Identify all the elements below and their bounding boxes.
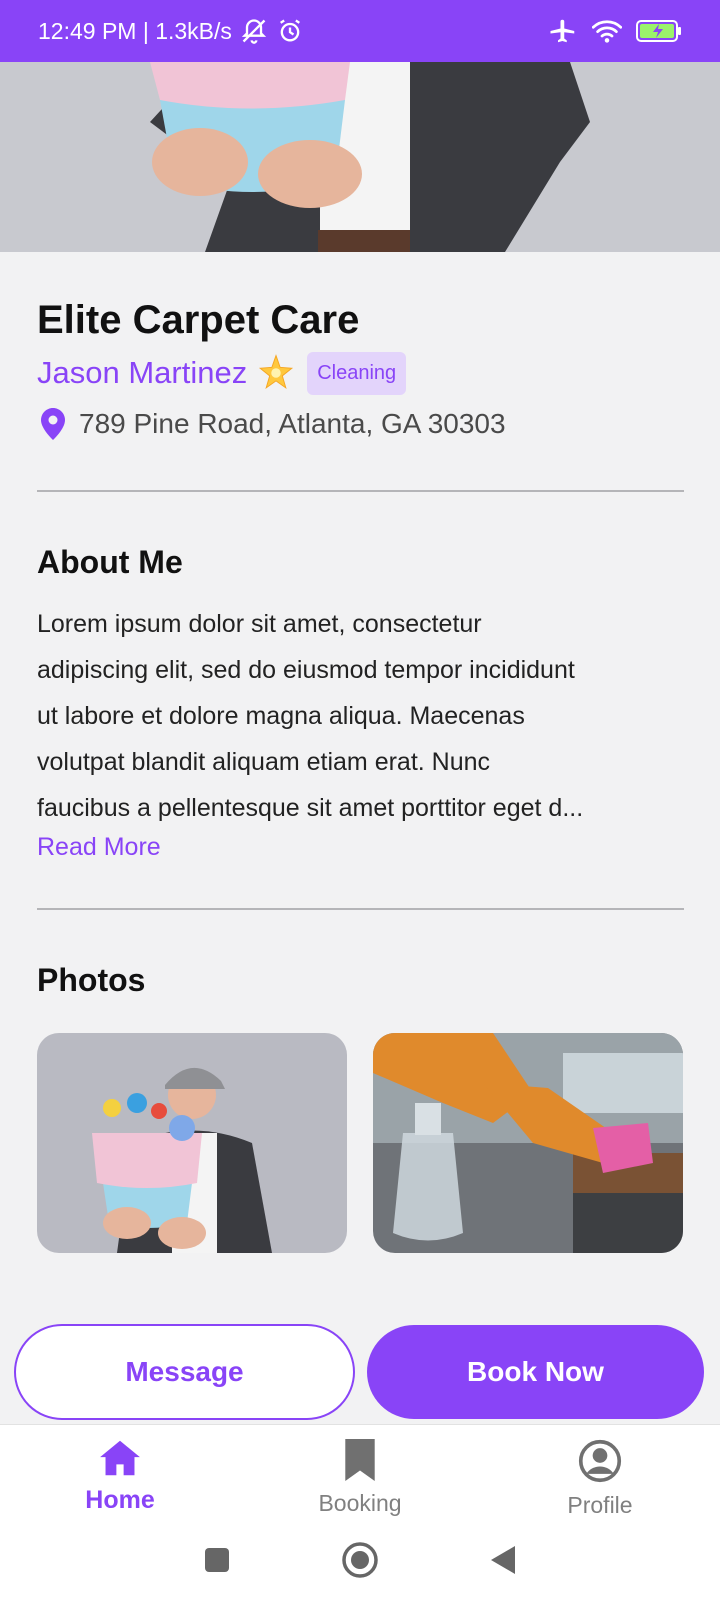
nav-item-profile[interactable]: Profile xyxy=(480,1425,720,1524)
airplane-icon xyxy=(548,16,578,46)
alarm-icon xyxy=(276,17,304,45)
hero-photo xyxy=(0,62,720,252)
wifi-icon xyxy=(592,18,622,44)
about-text: Lorem ipsum dolor sit amet, consectetur … xyxy=(37,601,684,831)
status-time: 12:49 PM | 1.3kB/s xyxy=(38,17,232,44)
divider xyxy=(37,490,684,492)
nav-label: Booking xyxy=(318,1490,402,1516)
recent-apps-icon[interactable] xyxy=(203,1546,231,1579)
about-line: Lorem ipsum dolor sit amet, consectetur xyxy=(37,610,482,638)
home-circle-icon[interactable] xyxy=(341,1541,379,1584)
address-text: 789 Pine Road, Atlanta, GA 30303 xyxy=(79,408,506,439)
nav-label: Home xyxy=(85,1486,155,1514)
status-right xyxy=(548,16,682,46)
address-row: 789 Pine Road, Atlanta, GA 30303 xyxy=(37,402,684,446)
provider-content: Elite Carpet Care Jason Martinez Cleanin… xyxy=(37,252,684,1253)
bell-off-icon xyxy=(240,17,268,45)
nav-item-home[interactable]: Home xyxy=(0,1425,240,1524)
read-more-link[interactable]: Read More xyxy=(37,833,161,862)
photos-row xyxy=(37,1033,684,1253)
photo-thumbnail[interactable] xyxy=(373,1033,683,1253)
photos-title: Photos xyxy=(37,962,146,998)
battery-charging-icon xyxy=(636,19,682,43)
book-now-button[interactable]: Book Now xyxy=(367,1325,704,1419)
photo-thumbnail[interactable] xyxy=(37,1033,347,1253)
status-bar: 12:49 PM | 1.3kB/s xyxy=(0,0,720,62)
divider xyxy=(37,908,684,910)
nav-item-booking[interactable]: Booking xyxy=(240,1425,480,1524)
message-button[interactable]: Message xyxy=(14,1324,355,1420)
about-title: About Me xyxy=(37,544,183,580)
star-icon xyxy=(257,354,295,392)
about-line: ut labore et dolore magna aliqua. Maecen… xyxy=(37,702,525,730)
system-nav-bar xyxy=(0,1524,720,1600)
business-name: Elite Carpet Care xyxy=(37,298,360,342)
category-badge: Cleaning xyxy=(307,351,407,395)
about-line: adipiscing elit, sed do eiusmod tempor i… xyxy=(37,656,575,684)
about-line: faucibus a pellentesque sit amet porttit… xyxy=(37,794,584,822)
about-line: volutpat blandit aliquam etiam erat. Nun… xyxy=(37,748,491,776)
back-icon[interactable] xyxy=(489,1544,517,1581)
owner-row: Jason Martinez Cleaning xyxy=(37,350,684,396)
status-left: 12:49 PM | 1.3kB/s xyxy=(38,17,304,45)
owner-name[interactable]: Jason Martinez xyxy=(37,355,247,391)
bookmark-icon xyxy=(343,1439,377,1486)
bottom-nav: Home Booking Profile xyxy=(0,1424,720,1524)
nav-label: Profile xyxy=(567,1492,633,1518)
profile-icon xyxy=(578,1439,622,1488)
location-pin-icon xyxy=(41,408,65,440)
home-icon xyxy=(98,1439,142,1482)
action-buttons: Message Book Now xyxy=(14,1324,704,1420)
